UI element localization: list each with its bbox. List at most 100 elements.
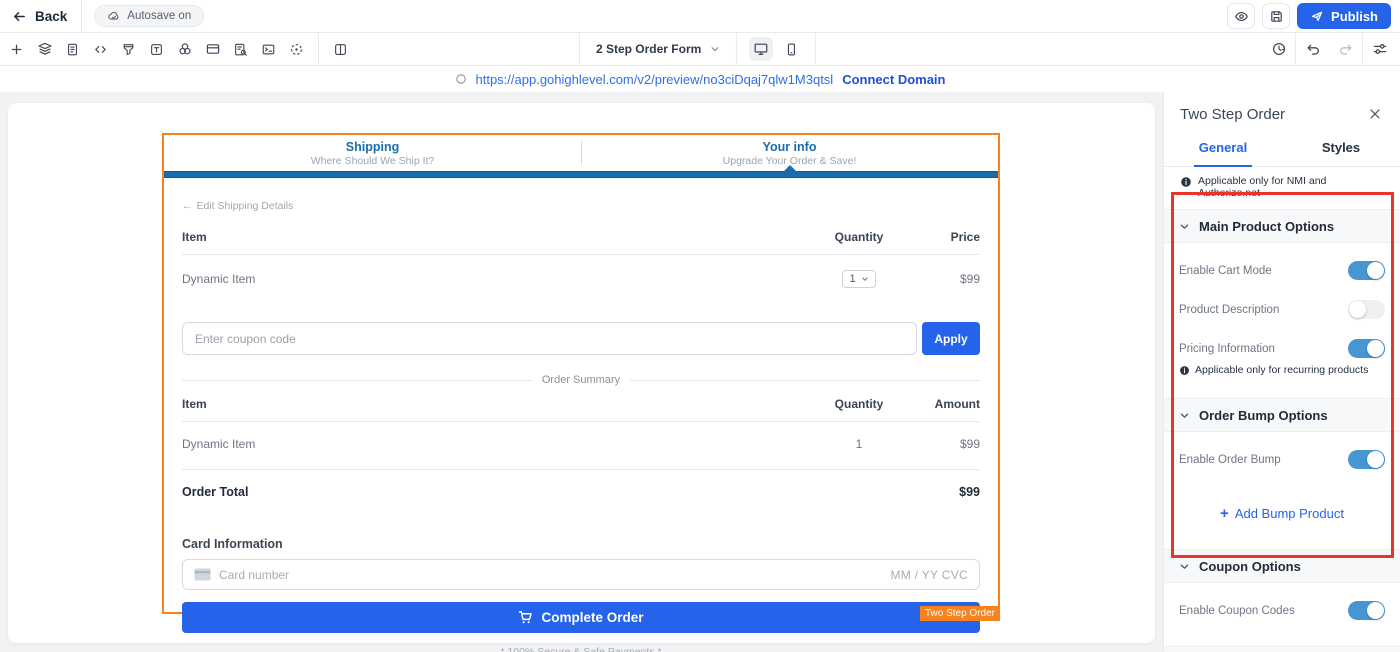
form-search-icon[interactable] — [229, 38, 252, 61]
quantity-value: 1 — [849, 273, 856, 285]
cart-icon — [518, 610, 533, 625]
widget-icon[interactable] — [285, 38, 308, 61]
card-information-label: Card Information — [182, 537, 283, 551]
adjustments-icon[interactable] — [1368, 38, 1391, 61]
connect-domain-link[interactable]: Connect Domain — [842, 72, 945, 87]
item-name: Dynamic Item — [182, 437, 256, 451]
funnel-icon[interactable] — [117, 38, 140, 61]
mobile-view-icon[interactable] — [779, 37, 803, 61]
layers-icon[interactable] — [33, 38, 56, 61]
items-table-header: Item Quantity Price — [182, 230, 980, 255]
settings-sidebar: Two Step Order General Styles Applicable… — [1163, 92, 1400, 652]
back-arrow-icon — [12, 9, 27, 24]
plus-icon: + — [1220, 505, 1229, 522]
shapes-icon[interactable] — [173, 38, 196, 61]
step-title: Shipping — [345, 139, 400, 154]
save-button[interactable] — [1262, 3, 1291, 29]
option-pricing-information: Pricing Information — [1179, 339, 1385, 358]
credit-card-icon — [194, 568, 211, 581]
preview-url[interactable]: https://app.gohighlevel.com/v2/preview/n… — [476, 72, 834, 87]
option-enable-cart-mode: Enable Cart Mode — [1179, 261, 1385, 280]
order-total-amount: $99 — [959, 485, 980, 499]
edit-shipping-link[interactable]: ← Edit Shipping Details — [182, 200, 293, 212]
summary-table-header: Item Quantity Amount — [182, 397, 980, 422]
add-element-icon[interactable] — [5, 38, 28, 61]
tab-styles[interactable]: Styles — [1282, 132, 1400, 166]
step-shipping[interactable]: Shipping Where Should We Ship It? — [164, 135, 581, 171]
element-selection-badge: Two Step Order — [919, 606, 1000, 621]
divider — [81, 0, 83, 32]
apply-coupon-button[interactable]: Apply — [922, 322, 980, 355]
preview-button[interactable] — [1227, 3, 1256, 29]
divider — [1362, 33, 1363, 65]
two-step-order-element[interactable]: Shipping Where Should We Ship It? Your i… — [162, 133, 1000, 652]
chevron-down-icon — [1180, 413, 1189, 418]
back-label: Back — [35, 8, 68, 24]
section-coupon-options[interactable]: Coupon Options — [1164, 549, 1400, 583]
eye-icon — [1234, 9, 1249, 24]
sidebar-tabs: General Styles — [1164, 132, 1400, 167]
chevron-down-icon — [710, 44, 720, 54]
secure-payments-note: * 100% Secure & Safe Payments * — [500, 646, 662, 652]
recurring-products-note: Applicable only for recurring products — [1179, 364, 1385, 376]
section-main-product-options[interactable]: Main Product Options — [1164, 209, 1400, 243]
item-amount: $99 — [959, 437, 980, 451]
complete-order-button[interactable]: Complete Order — [182, 602, 980, 633]
sections-icon[interactable] — [61, 38, 84, 61]
chevron-down-icon — [861, 277, 868, 281]
enable-cart-mode-toggle[interactable] — [1348, 261, 1385, 280]
enable-coupon-codes-toggle[interactable] — [1348, 601, 1385, 620]
circle-icon — [455, 73, 467, 85]
text-icon[interactable] — [145, 38, 168, 61]
sidebar-title: Two Step Order — [1180, 105, 1286, 123]
columns-icon[interactable] — [329, 38, 352, 61]
coupon-input[interactable] — [182, 322, 917, 355]
col-item: Item — [182, 397, 207, 411]
page-selector-dropdown[interactable]: 2 Step Order Form — [578, 33, 738, 65]
page-canvas[interactable]: Shipping Where Should We Ship It? Your i… — [8, 103, 1155, 652]
step-title: Your info — [762, 139, 817, 154]
section-terms-and-conditions[interactable]: Terms and Conditions — [1164, 646, 1400, 652]
card-element-icon[interactable] — [201, 38, 224, 61]
step-subtitle: Where Should We Ship It? — [310, 154, 435, 167]
history-icon[interactable] — [1267, 38, 1290, 61]
tab-general[interactable]: General — [1164, 132, 1282, 166]
section-order-bump-options[interactable]: Order Bump Options — [1164, 398, 1400, 432]
product-description-toggle[interactable] — [1348, 300, 1385, 319]
undo-icon[interactable] — [1301, 38, 1324, 61]
active-step-notch — [782, 165, 797, 172]
info-icon — [1180, 366, 1189, 375]
gateway-note: Applicable only for NMI and Authorize.ne… — [1164, 167, 1400, 205]
summary-row: Dynamic Item 1 $99 — [182, 422, 980, 470]
option-enable-order-bump: Enable Order Bump — [1179, 450, 1385, 469]
option-product-description: Product Description — [1179, 300, 1385, 319]
order-summary-divider: Order Summary — [182, 374, 980, 386]
order-total-label: Order Total — [182, 485, 249, 499]
cloud-icon — [107, 9, 121, 23]
option-enable-coupon-codes: Enable Coupon Codes — [1179, 601, 1385, 620]
preview-url-bar: https://app.gohighlevel.com/v2/preview/n… — [0, 66, 1400, 92]
pricing-information-toggle[interactable] — [1348, 339, 1385, 358]
back-button[interactable]: Back — [0, 0, 81, 32]
publish-label: Publish — [1331, 8, 1378, 24]
code-icon[interactable] — [89, 38, 112, 61]
embed-code-icon[interactable] — [257, 38, 280, 61]
card-number-field[interactable]: Card number MM / YY CVC — [182, 559, 980, 590]
item-quantity: 1 — [855, 437, 863, 451]
publish-button[interactable]: Publish — [1297, 3, 1391, 29]
page-builder: Back Autosave on Publish 2 Step Order Fo… — [0, 0, 1400, 652]
col-item: Item — [182, 230, 207, 244]
editor-content: Shipping Where Should We Ship It? Your i… — [0, 92, 1400, 652]
step-progress-bar — [164, 165, 998, 178]
desktop-view-icon[interactable] — [749, 37, 774, 61]
redo-icon[interactable] — [1334, 38, 1357, 61]
quantity-select[interactable]: 1 — [842, 270, 876, 288]
autosave-badge: Autosave on — [94, 5, 205, 27]
enable-order-bump-toggle[interactable] — [1348, 450, 1385, 469]
order-steps: Shipping Where Should We Ship It? Your i… — [164, 135, 998, 171]
add-bump-product-link[interactable]: + Add Bump Product — [1220, 505, 1344, 522]
close-icon[interactable] — [1366, 105, 1384, 123]
item-name: Dynamic Item — [182, 272, 256, 286]
col-price: Price — [950, 230, 980, 244]
send-icon — [1310, 9, 1324, 23]
